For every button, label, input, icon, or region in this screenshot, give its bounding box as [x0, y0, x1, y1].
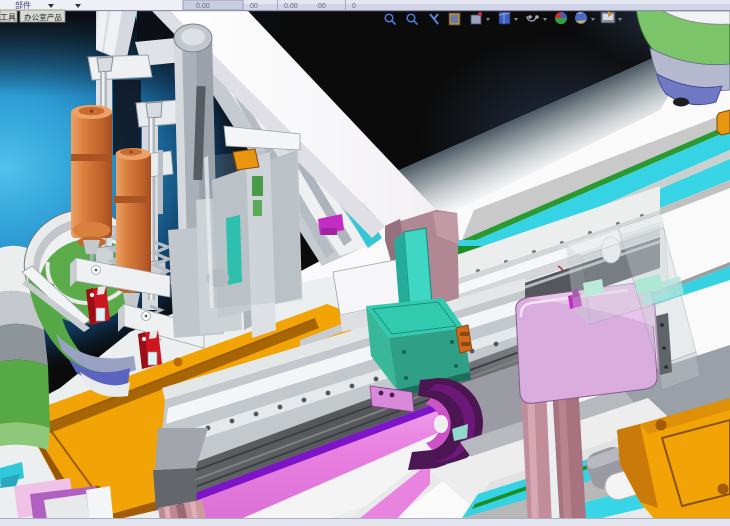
- svg-text:部件: 部件: [15, 0, 31, 10]
- svg-text:办公室产品: 办公室产品: [24, 12, 62, 22]
- svg-text:00: 00: [318, 3, 326, 10]
- svg-text:0: 0: [352, 3, 356, 10]
- svg-text:00: 00: [250, 3, 258, 10]
- svg-text:0.00: 0.00: [196, 3, 210, 10]
- svg-text:工具: 工具: [0, 13, 16, 22]
- svg-text:0.00: 0.00: [284, 3, 298, 10]
